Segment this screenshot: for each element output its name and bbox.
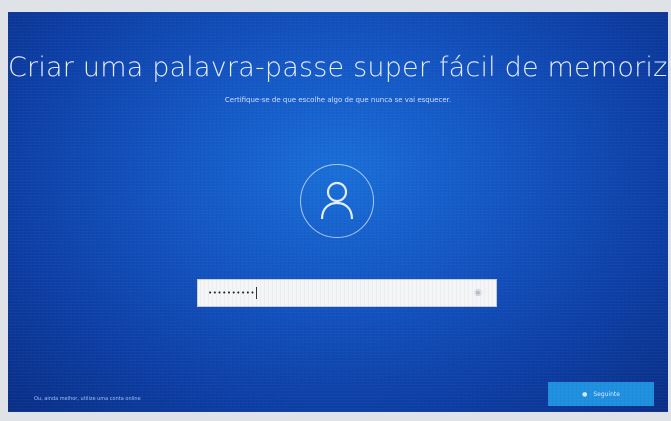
- bullet-icon: ●: [582, 390, 588, 398]
- password-input[interactable]: •••••••••• ◉: [197, 279, 497, 307]
- setup-screen: Criar uma palavra-passe super fácil de m…: [8, 12, 668, 412]
- password-value: ••••••••••: [208, 289, 256, 297]
- eye-icon[interactable]: ◉: [472, 288, 484, 298]
- page-title: Criar uma palavra-passe super fácil de m…: [8, 52, 668, 83]
- next-button-label: Seguinte: [593, 390, 620, 398]
- user-avatar: [300, 164, 374, 238]
- online-account-link[interactable]: Ou, ainda melhor, utilize uma conta onli…: [34, 396, 141, 402]
- user-icon: [320, 181, 354, 220]
- photo-frame: Criar uma palavra-passe super fácil de m…: [0, 0, 671, 421]
- page-subtitle: Certifique-se de que escolhe algo de que…: [224, 96, 452, 104]
- next-button[interactable]: ● Seguinte: [548, 382, 654, 406]
- text-caret: [256, 287, 258, 299]
